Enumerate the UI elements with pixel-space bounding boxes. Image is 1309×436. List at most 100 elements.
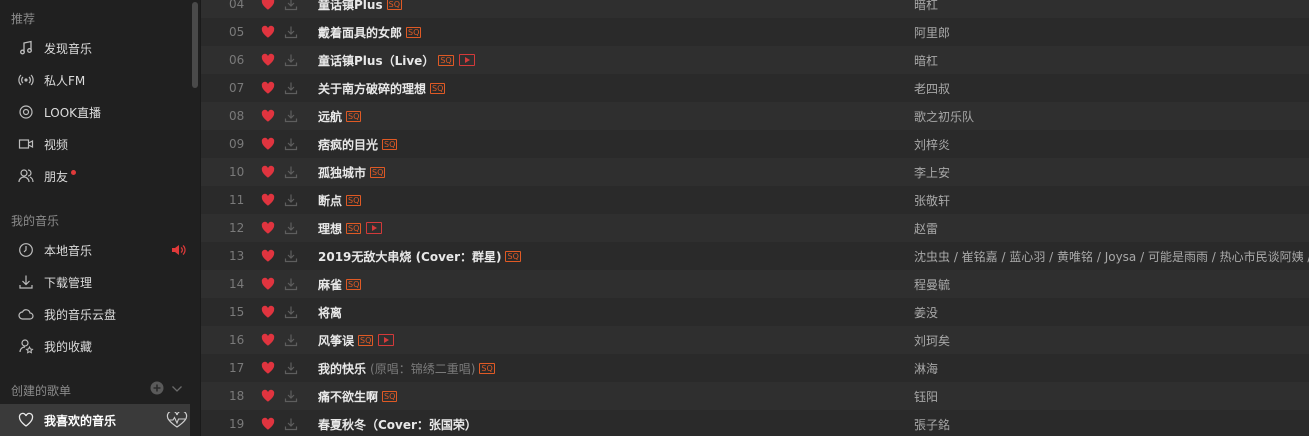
like-heart-icon[interactable]	[261, 277, 275, 291]
track-artist[interactable]: 老四叔	[914, 80, 1309, 97]
track-artist[interactable]: 張子銘	[914, 416, 1309, 433]
download-icon[interactable]	[283, 416, 299, 432]
track-artist[interactable]: 暗杠	[914, 0, 1309, 13]
sidebar-item-video[interactable]: 视频	[0, 128, 190, 160]
track-title-text: 将离	[318, 305, 343, 320]
sidebar-item-friends[interactable]: 朋友	[0, 160, 190, 192]
table-row[interactable]: 06 童话镇Plus（Live） SQ 暗杠	[201, 46, 1309, 74]
like-heart-icon[interactable]	[261, 361, 275, 375]
track-title[interactable]: 孤独城市 SQ	[318, 164, 386, 181]
sidebar-item-local-music[interactable]: 本地音乐	[0, 234, 190, 266]
table-row[interactable]: 16 风筝误 SQ 刘珂矣	[201, 326, 1309, 354]
mv-play-icon[interactable]	[378, 334, 395, 346]
track-title[interactable]: 痞疯的目光 SQ	[318, 136, 398, 153]
download-icon[interactable]	[283, 220, 299, 236]
like-heart-icon[interactable]	[261, 165, 275, 179]
track-title[interactable]: 痛不欲生啊 SQ	[318, 388, 398, 405]
table-row[interactable]: 11 断点 SQ 张敬轩	[201, 186, 1309, 214]
table-row[interactable]: 15 将离 姜没	[201, 298, 1309, 326]
download-icon[interactable]	[283, 192, 299, 208]
track-artist[interactable]: 阿里郎	[914, 24, 1309, 41]
track-title[interactable]: 风筝误 SQ	[318, 332, 395, 349]
track-title[interactable]: 童话镇Plus（Live） SQ	[318, 52, 475, 69]
mv-play-icon[interactable]	[458, 54, 475, 66]
like-heart-icon[interactable]	[261, 417, 275, 431]
track-artist[interactable]: 李上安	[914, 164, 1309, 181]
like-heart-icon[interactable]	[261, 137, 275, 151]
download-icon[interactable]	[283, 332, 299, 348]
table-row[interactable]: 10 孤独城市 SQ 李上安	[201, 158, 1309, 186]
table-row[interactable]: 08 远航 SQ 歌之初乐队	[201, 102, 1309, 130]
sidebar-item-cloud[interactable]: 我的音乐云盘	[0, 298, 190, 330]
download-icon[interactable]	[283, 0, 299, 12]
like-heart-icon[interactable]	[261, 81, 275, 95]
like-heart-icon[interactable]	[261, 53, 275, 67]
track-title[interactable]: 麻雀 SQ	[318, 276, 362, 293]
mv-play-icon[interactable]	[366, 222, 383, 234]
download-icon[interactable]	[283, 80, 299, 96]
download-icon[interactable]	[283, 108, 299, 124]
track-artist[interactable]: 刘梓炎	[914, 136, 1309, 153]
track-artist[interactable]: 姜没	[914, 304, 1309, 321]
like-heart-icon[interactable]	[261, 249, 275, 263]
table-row[interactable]: 04 童话镇Plus SQ 暗杠	[201, 0, 1309, 18]
table-row[interactable]: 09 痞疯的目光 SQ 刘梓炎	[201, 130, 1309, 158]
download-icon[interactable]	[283, 248, 299, 264]
table-row[interactable]: 07 关于南方破碎的理想 SQ 老四叔	[201, 74, 1309, 102]
sidebar-item-liked-music[interactable]: 我喜欢的音乐	[0, 404, 190, 436]
like-heart-icon[interactable]	[261, 0, 275, 11]
track-artist[interactable]: 赵雷	[914, 220, 1309, 237]
sq-badge: SQ	[438, 54, 454, 66]
heartbeat-mode-icon[interactable]	[166, 410, 188, 431]
like-heart-icon[interactable]	[261, 25, 275, 39]
download-icon[interactable]	[283, 52, 299, 68]
sidebar-item-collection[interactable]: 我的收藏	[0, 330, 190, 362]
download-icon[interactable]	[283, 164, 299, 180]
like-heart-icon[interactable]	[261, 333, 275, 347]
track-artist[interactable]: 沈虫虫 / 崔铭嘉 / 蓝心羽 / 黄唯铭 / Joysa / 可能是雨雨 / …	[914, 248, 1309, 265]
download-icon[interactable]	[283, 388, 299, 404]
table-row[interactable]: 12 理想 SQ 赵雷	[201, 214, 1309, 242]
table-row[interactable]: 05 戴着面具的女郎 SQ 阿里郎	[201, 18, 1309, 46]
sidebar-scrollbar[interactable]	[192, 2, 198, 88]
track-artist[interactable]: 暗杠	[914, 52, 1309, 69]
track-title[interactable]: 远航 SQ	[318, 108, 362, 125]
track-title[interactable]: 童话镇Plus SQ	[318, 0, 402, 13]
track-title[interactable]: 2019无敌大串烧 (Cover：群星) SQ	[318, 248, 521, 265]
like-heart-icon[interactable]	[261, 389, 275, 403]
track-artist[interactable]: 刘珂矣	[914, 332, 1309, 349]
table-row[interactable]: 17 我的快乐 (原唱：锦绣二重唱) SQ 淋海	[201, 354, 1309, 382]
download-icon[interactable]	[283, 304, 299, 320]
download-icon[interactable]	[283, 360, 299, 376]
track-artist[interactable]: 程曼毓	[914, 276, 1309, 293]
chevron-down-icon[interactable]	[171, 383, 183, 397]
track-artist[interactable]: 钰阳	[914, 388, 1309, 405]
like-heart-icon[interactable]	[261, 109, 275, 123]
track-artist[interactable]: 张敬轩	[914, 192, 1309, 209]
like-heart-icon[interactable]	[261, 221, 275, 235]
track-title[interactable]: 戴着面具的女郎 SQ	[318, 24, 422, 41]
track-title[interactable]: 春夏秋冬（Cover：张国荣）	[318, 416, 477, 433]
track-title[interactable]: 我的快乐 (原唱：锦绣二重唱) SQ	[318, 360, 495, 377]
table-row[interactable]: 19 春夏秋冬（Cover：张国荣） 張子銘	[201, 410, 1309, 436]
download-icon[interactable]	[283, 276, 299, 292]
download-icon[interactable]	[283, 24, 299, 40]
table-row[interactable]: 14 麻雀 SQ 程曼毓	[201, 270, 1309, 298]
sidebar-item-look[interactable]: LOOK直播	[0, 96, 190, 128]
add-playlist-icon[interactable]	[150, 381, 164, 398]
sidebar-item-downloads[interactable]: 下载管理	[0, 266, 190, 298]
track-artist[interactable]: 歌之初乐队	[914, 108, 1309, 125]
track-title[interactable]: 理想 SQ	[318, 220, 383, 237]
like-heart-icon[interactable]	[261, 193, 275, 207]
table-row[interactable]: 18 痛不欲生啊 SQ 钰阳	[201, 382, 1309, 410]
track-title[interactable]: 断点 SQ	[318, 192, 362, 209]
like-heart-icon[interactable]	[261, 305, 275, 319]
track-artist[interactable]: 淋海	[914, 360, 1309, 377]
track-number: 10	[229, 165, 245, 179]
track-title[interactable]: 将离	[318, 304, 342, 321]
sidebar-item-fm[interactable]: 私人FM	[0, 64, 190, 96]
download-icon[interactable]	[283, 136, 299, 152]
table-row[interactable]: 13 2019无敌大串烧 (Cover：群星) SQ 沈虫虫 / 崔铭嘉 / 蓝心羽 …	[201, 242, 1309, 270]
track-title[interactable]: 关于南方破碎的理想 SQ	[318, 80, 446, 97]
sidebar-item-discover[interactable]: 发现音乐	[0, 32, 190, 64]
